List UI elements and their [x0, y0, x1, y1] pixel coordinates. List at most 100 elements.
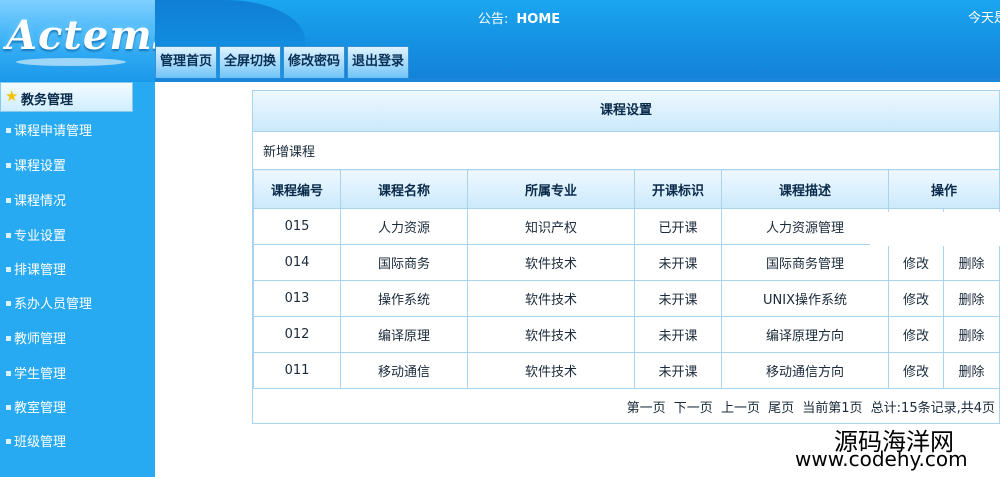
- edit-link[interactable]: 修改: [888, 352, 944, 389]
- tab-logout[interactable]: 退出登录: [347, 46, 410, 78]
- sidebar-item-label: 排课管理: [14, 263, 67, 278]
- sidebar-item-label: 系办人员管理: [14, 297, 93, 312]
- notice-value: HOME: [516, 12, 561, 27]
- app-logo: Actems: [6, 12, 177, 59]
- cell-major: 知识产权: [467, 208, 635, 245]
- sidebar-item-staff[interactable]: 系办人员管理: [0, 293, 155, 317]
- logo-area: Actems: [0, 0, 175, 82]
- cell-name: 移动通信: [340, 352, 468, 389]
- sidebar-item-label: 学生管理: [14, 367, 67, 382]
- table-row: 011 移动通信 软件技术 未开课 移动通信方向 修改 删除: [253, 352, 1000, 389]
- cell-major: 软件技术: [467, 280, 635, 317]
- tab-fullscreen[interactable]: 全屏切换: [219, 46, 282, 78]
- bullet-icon: [6, 371, 11, 376]
- pagination: 第一页 下一页 上一页 尾页 当前第1页 总计:15条记录,共4页: [623, 397, 995, 416]
- watermark-url: www.codehy.com: [795, 447, 968, 471]
- delete-link[interactable]: 删除: [942, 352, 1000, 389]
- tab-change-password[interactable]: 修改密码: [283, 46, 346, 78]
- cell-status: 未开课: [634, 280, 722, 317]
- sidebar-item-label: 课程设置: [14, 159, 67, 174]
- edit-link[interactable]: 修改: [888, 316, 944, 353]
- tab-underline: [155, 78, 1000, 82]
- bullet-icon: [6, 336, 11, 341]
- edit-link[interactable]: 修改: [888, 244, 944, 281]
- sidebar-item-label: 教室管理: [14, 401, 67, 416]
- logo-swoosh: [16, 58, 126, 66]
- sidebar-item-label: 专业设置: [14, 229, 67, 244]
- cell-description: 国际商务管理: [721, 244, 889, 281]
- cell-id: 014: [253, 244, 341, 281]
- sidebar-item-label: 课程申请管理: [14, 124, 93, 139]
- bullet-icon: [6, 267, 11, 272]
- col-header-id: 课程编号: [253, 169, 341, 209]
- sidebar-item-course-application[interactable]: 课程申请管理: [0, 120, 155, 144]
- tab-admin-home[interactable]: 管理首页: [155, 46, 218, 78]
- cell-id: 012: [253, 316, 341, 353]
- table-row: 013 操作系统 软件技术 未开课 UNIX操作系统 修改 删除: [253, 280, 1000, 317]
- sidebar-header[interactable]: ★ 教务管理: [0, 82, 133, 112]
- cell-name: 编译原理: [340, 316, 468, 353]
- panel-title: 课程设置: [253, 91, 999, 132]
- sidebar-item-teachers[interactable]: 教师管理: [0, 328, 155, 352]
- cell-name: 操作系统: [340, 280, 468, 317]
- table-row: 012 编译原理 软件技术 未开课 编译原理方向 修改 删除: [253, 316, 1000, 353]
- pager-prev[interactable]: 上一页: [721, 401, 760, 416]
- cell-description: 人力资源管理: [721, 208, 889, 245]
- today-date: 今天是: [968, 11, 1000, 26]
- col-header-actions: 操作: [887, 169, 1000, 209]
- bullet-icon: [6, 301, 11, 306]
- col-header-name: 课程名称: [340, 169, 468, 209]
- bullet-icon: [6, 233, 11, 238]
- bullet-icon: [6, 163, 11, 168]
- sidebar-item-students[interactable]: 学生管理: [0, 363, 155, 387]
- sidebar-title: 教务管理: [21, 93, 74, 108]
- cell-major: 软件技术: [467, 244, 635, 281]
- pager-next[interactable]: 下一页: [674, 401, 713, 416]
- sidebar-item-classes[interactable]: 班级管理: [0, 431, 155, 455]
- cell-description: UNIX操作系统: [721, 280, 889, 317]
- pager-last[interactable]: 尾页: [768, 401, 794, 416]
- bullet-icon: [6, 128, 11, 133]
- star-icon: ★: [5, 87, 19, 105]
- cell-name: 人力资源: [340, 208, 468, 245]
- delete-link[interactable]: 删除: [942, 244, 1000, 281]
- pager-current: 当前第1页: [802, 401, 863, 416]
- cell-id: 013: [253, 280, 341, 317]
- table-row: 014 国际商务 软件技术 未开课 国际商务管理 修改 删除: [253, 244, 1000, 281]
- cell-status: 未开课: [634, 352, 722, 389]
- header-bar: Actems 公告: HOME 今天是 管理首页 全屏切换 修改密码 退出登录: [0, 0, 1000, 82]
- cell-status: 未开课: [634, 244, 722, 281]
- sidebar-item-label: 班级管理: [14, 435, 67, 450]
- col-header-major: 所属专业: [467, 169, 635, 209]
- sidebar-item-scheduling[interactable]: 排课管理: [0, 259, 155, 283]
- col-header-status: 开课标识: [634, 169, 722, 209]
- sidebar-item-course-status[interactable]: 课程情况: [0, 190, 155, 214]
- table-header-row: 课程编号 课程名称 所属专业 开课标识 课程描述 操作: [253, 169, 1000, 209]
- pager-total: 总计:15条记录,共4页: [870, 401, 995, 416]
- add-course-link[interactable]: 新增课程: [263, 141, 315, 160]
- bullet-icon: [6, 198, 11, 203]
- sidebar-item-major-settings[interactable]: 专业设置: [0, 225, 155, 249]
- delete-link[interactable]: 删除: [942, 316, 1000, 353]
- notice-label: 公告:: [478, 12, 509, 27]
- col-header-description: 课程描述: [721, 169, 889, 209]
- course-table: 课程编号 课程名称 所属专业 开课标识 课程描述 操作 015 人力资源 知识产…: [253, 169, 1000, 389]
- sidebar-item-classrooms[interactable]: 教室管理: [0, 397, 155, 421]
- cell-id: 011: [253, 352, 341, 389]
- cell-id: 015: [253, 208, 341, 245]
- notice-bar: 公告: HOME: [478, 8, 560, 27]
- cell-major: 软件技术: [467, 352, 635, 389]
- cell-name: 国际商务: [340, 244, 468, 281]
- sidebar-item-label: 教师管理: [14, 332, 67, 347]
- sidebar-item-course-settings[interactable]: 课程设置: [0, 155, 155, 179]
- cell-description: 编译原理方向: [721, 316, 889, 353]
- bullet-icon: [6, 439, 11, 444]
- cell-description: 移动通信方向: [721, 352, 889, 389]
- cell-status: 未开课: [634, 316, 722, 353]
- cell-major: 软件技术: [467, 316, 635, 353]
- delete-link[interactable]: 删除: [942, 280, 1000, 317]
- bullet-icon: [6, 405, 11, 410]
- pager-first[interactable]: 第一页: [627, 401, 666, 416]
- edit-link[interactable]: 修改: [888, 280, 944, 317]
- overlay-patch: [870, 212, 1000, 246]
